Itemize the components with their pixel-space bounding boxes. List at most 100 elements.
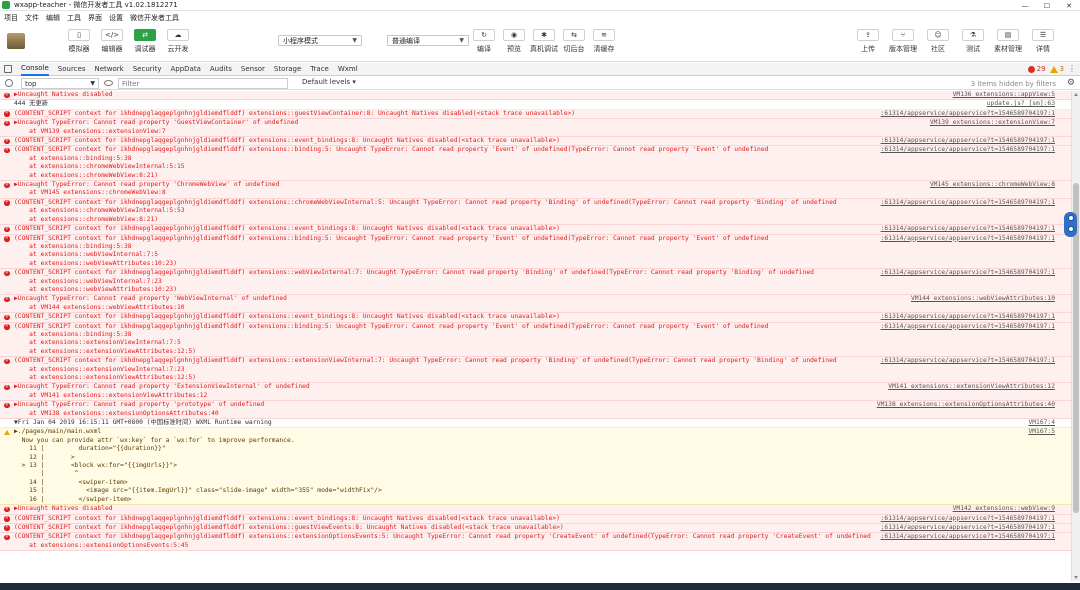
scroll-up-icon[interactable] [1074,93,1078,96]
menu-item[interactable]: 项目 [4,13,18,23]
tab-storage[interactable]: Storage [274,63,301,76]
more-options-icon[interactable]: ⋮ [1068,64,1076,73]
background-button[interactable]: ⇆ 切后台 [559,29,589,59]
console-row[interactable]: × (CONTENT_SCRIPT context for ikhdnepglaq… [0,313,1071,323]
console-row[interactable]: 444 无更新 update.js? [sm]:63 [0,100,1071,110]
issue-counters[interactable]: 29 3 [1027,65,1064,73]
console-row[interactable]: ▶./pages/main/main.wxml VM167:5 Now you c… [0,428,1071,506]
tab-security[interactable]: Security [133,63,162,76]
tab-trace[interactable]: Trace [310,63,329,76]
test-button[interactable]: ⚗ 测试 [958,29,988,59]
tab-sources[interactable]: Sources [58,63,86,76]
details-button[interactable]: ☰ 详情 [1028,29,1058,59]
assets-button[interactable]: ▤ 素材管理 [993,29,1023,59]
console-row[interactable]: × (CONTENT_SCRIPT context for ikhdnepglaq… [0,514,1071,524]
console-row[interactable]: × ▶Uncaught TypeError: Cannot read proper… [0,295,1071,314]
console-row[interactable]: × (CONTENT_SCRIPT context for ikhdnepglaq… [0,523,1071,534]
console-log[interactable]: × ▶Uncaught Natives disabled VM136 extensi… [0,91,1071,581]
source-link[interactable]: :61314/appservice/appservice?t=154658970… [880,523,1055,533]
eye-icon[interactable] [104,80,113,86]
source-link[interactable]: :61314/appservice/appservice?t=154658970… [880,313,1055,322]
source-link[interactable]: :61314/appservice/appservice?t=154658970… [880,322,1055,331]
tab-sensor[interactable]: Sensor [241,63,265,76]
source-link[interactable]: :61314/appservice/appservice?t=154658970… [880,137,1055,146]
source-link[interactable]: VM139 extensions::extensionView:7 [929,119,1055,128]
preview-button[interactable]: ◉ 预览 [499,29,529,59]
source-link[interactable]: VM167:4 [1028,419,1055,428]
console-row[interactable]: × (CONTENT_SCRIPT context for ikhdnepglaq… [0,357,1071,384]
tab-appdata[interactable]: AppData [170,63,200,76]
avatar[interactable] [7,33,25,49]
levels-select[interactable]: Default levels ▾ [302,78,356,86]
context-select[interactable]: top ▼ [21,78,99,89]
console-row[interactable]: × ▶Uncaught TypeError: Cannot read proper… [0,119,1071,138]
console-row[interactable]: × (CONTENT_SCRIPT context for ikhdnepglaq… [0,146,1071,182]
floating-assistant-widget[interactable] [1064,212,1077,237]
minimize-button[interactable]: — [1014,0,1036,11]
source-link[interactable]: VM141 extensions::extensionViewAttribute… [888,383,1055,392]
version-button[interactable]: ⑂ 版本管理 [888,29,918,59]
console-row[interactable]: × (CONTENT_SCRIPT context for ikhdnepglaq… [0,269,1071,296]
source-link[interactable]: :61314/appservice/appservice?t=154658970… [880,198,1055,208]
clear-cache-button[interactable]: ≋ 清缓存 [589,29,619,59]
upload-button[interactable]: ⇪ 上传 [853,29,883,59]
source-link[interactable]: :61314/appservice/appservice?t=154658970… [880,109,1055,119]
debugger-button[interactable]: ⇄ 调试器 [130,29,160,59]
menu-item[interactable]: 界面 [88,13,102,23]
error-icon: × [4,323,10,330]
tab-audits[interactable]: Audits [210,63,232,76]
close-button[interactable]: ✕ [1058,0,1080,11]
source-link[interactable]: update.js? [sm]:63 [986,100,1055,109]
clear-console-icon[interactable] [5,79,13,87]
gear-icon[interactable]: ⚙ [1067,78,1075,88]
community-button[interactable]: ☺ 社区 [923,29,953,59]
inspect-element-icon[interactable] [4,65,12,73]
scroll-down-icon[interactable] [1074,576,1078,579]
console-scrollbar[interactable] [1071,91,1080,581]
console-row[interactable]: × (CONTENT_SCRIPT context for ikhdnepglaq… [0,234,1071,270]
remote-debug-button[interactable]: ✱ 真机调试 [529,29,559,59]
source-link[interactable]: :61314/appservice/appservice?t=154658970… [880,357,1055,366]
menu-item[interactable]: 微信开发者工具 [130,13,179,23]
filter-input[interactable] [118,78,288,89]
console-row[interactable]: × ▶Uncaught TypeError: Cannot read proper… [0,401,1071,420]
tab-wxml[interactable]: Wxml [338,63,358,76]
maximize-button[interactable]: ☐ [1036,0,1058,11]
source-link[interactable]: :61314/appservice/appservice?t=154658970… [880,514,1055,523]
tab-network[interactable]: Network [95,63,124,76]
menu-item[interactable]: 设置 [109,13,123,23]
source-link[interactable]: :61314/appservice/appservice?t=154658970… [880,146,1055,155]
source-link[interactable]: VM145 extensions::chromeWebView:8 [929,181,1055,190]
console-row[interactable]: × (CONTENT_SCRIPT context for ikhdnepglaq… [0,533,1071,552]
menu-item[interactable]: 文件 [25,13,39,23]
source-link[interactable]: VM144 extensions::webViewAttributes:10 [910,295,1055,304]
cloud-button[interactable]: ☁ 云开发 [163,29,193,59]
source-link[interactable]: VM142 extensions::webView:9 [952,505,1055,514]
compile-select[interactable]: 普通编译 ▼ [387,35,469,46]
console-row[interactable]: × (CONTENT_SCRIPT context for ikhdnepglaq… [0,137,1071,147]
source-link[interactable]: VM138 extensions::extensionOptionsAttrib… [876,401,1055,410]
source-link[interactable]: :61314/appservice/appservice?t=154658970… [880,269,1055,278]
menu-item[interactable]: 工具 [67,13,81,23]
editor-label: 编辑器 [101,45,123,53]
source-link[interactable]: :61314/appservice/appservice?t=154658970… [880,533,1055,542]
console-row[interactable]: × ▶Uncaught Natives disabled VM136 extensi… [0,91,1071,101]
mode-select[interactable]: 小程序模式 ▼ [278,35,362,46]
menu-item[interactable]: 编辑 [46,13,60,23]
console-row[interactable]: × (CONTENT_SCRIPT context for ikhdnepglaq… [0,225,1071,235]
console-row[interactable]: × ▶Uncaught Natives disabled VM142 extensi… [0,505,1071,515]
console-row[interactable]: × (CONTENT_SCRIPT context for ikhdnepglaq… [0,109,1071,120]
console-row[interactable]: × ▶Uncaught TypeError: Cannot read proper… [0,383,1071,402]
simulator-button[interactable]: ▯ 模拟器 [64,29,94,59]
compile-button[interactable]: ↻ 编译 [469,29,499,59]
source-link[interactable]: :61314/appservice/appservice?t=154658970… [880,225,1055,234]
source-link[interactable]: VM167:5 [1028,428,1055,437]
source-link[interactable]: :61314/appservice/appservice?t=154658970… [880,234,1055,243]
console-row[interactable]: × (CONTENT_SCRIPT context for ikhdnepglaq… [0,198,1071,226]
editor-button[interactable]: </> 编辑器 [97,29,127,59]
source-link[interactable]: VM136 extensions::appView:5 [952,91,1055,100]
console-row[interactable]: × ▶Uncaught TypeError: Cannot read proper… [0,181,1071,199]
console-row[interactable]: × (CONTENT_SCRIPT context for ikhdnepglaq… [0,322,1071,358]
tab-console[interactable]: Console [21,63,49,76]
console-row[interactable]: ▼Fri Jan 04 2019 16:15:11 GMT+0800 (中国标准… [0,419,1071,429]
